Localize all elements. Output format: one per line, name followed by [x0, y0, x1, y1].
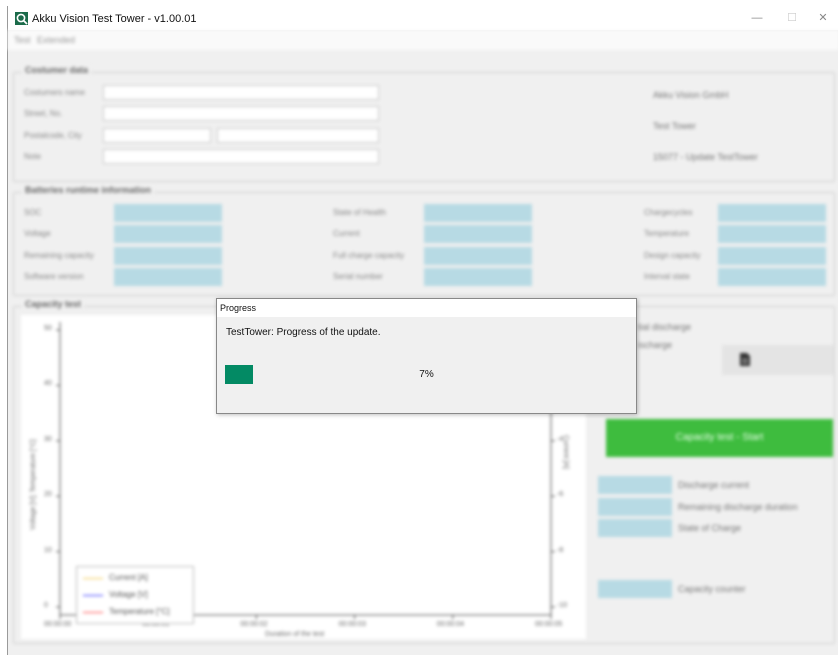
- progress-percent: 7%: [419, 369, 434, 380]
- maximize-button[interactable]: ☐: [777, 8, 807, 28]
- legend-label-voltage: Voltage [V]: [109, 590, 148, 599]
- y2-axis-label: Current [A]: [562, 435, 569, 469]
- x-axis-label: Duration of the test: [265, 631, 325, 638]
- window-title: Akku Vision Test Tower - v1.00.01: [32, 13, 197, 25]
- discharge-label: ischarge: [638, 340, 673, 350]
- y2-tick-label: -6: [557, 491, 564, 499]
- legend-line-voltage: [83, 595, 103, 596]
- legend-label-temperature: Temperature [°C]: [109, 607, 170, 616]
- y-tick-label: 40: [44, 380, 52, 388]
- discharge-current-label: Discharge current: [678, 480, 750, 490]
- dialog-title: Progress: [220, 303, 257, 313]
- y-tick-label: 10: [44, 546, 52, 554]
- dialog-message: TestTower: Progress of the update.: [226, 327, 381, 338]
- discharge-current-value: [598, 476, 672, 494]
- dialog-title-bar: Progress: [217, 299, 636, 317]
- progress-dialog: Progress TestTower: Progress of the upda…: [216, 298, 637, 414]
- y-tick-label: 20: [44, 491, 52, 499]
- legend-item-current: Current [A]: [83, 572, 193, 584]
- x-tick-label: 00:00:02: [240, 621, 268, 628]
- initial-discharge-label: tial discharge: [638, 322, 692, 332]
- y-tick-label: 50: [44, 325, 52, 332]
- legend-line-current: [83, 578, 103, 579]
- x-tick-label: 00:00:03: [338, 621, 366, 628]
- chart-legend: Current [A] Voltage [V] Temperature [°C]: [76, 566, 194, 624]
- remaining-duration-value: [598, 498, 672, 516]
- close-button[interactable]: ✕: [808, 8, 838, 28]
- y-tick-label: 0: [44, 602, 48, 609]
- y2-tick-label: -8: [557, 546, 564, 554]
- y2-tick-label: -10: [557, 602, 568, 609]
- state-of-charge-value: [598, 519, 672, 537]
- legend-item-temperature: Temperature [°C]: [83, 606, 193, 618]
- document-icon: [740, 353, 750, 366]
- x-tick-label: 00:00:05: [535, 621, 563, 628]
- capacity-counter-value: [598, 580, 672, 598]
- remaining-duration-label: Remaining discharge duration: [678, 502, 798, 512]
- legend-line-temperature: [83, 612, 103, 613]
- state-of-charge-label: State of Charge: [678, 523, 742, 533]
- x-tick-label: 00:00:04: [436, 621, 465, 628]
- capacity-test-start-button[interactable]: Capacity test - Start: [606, 419, 833, 457]
- legend-label-current: Current [A]: [109, 573, 148, 582]
- capacity-counter-label: Capacity counter: [678, 584, 746, 594]
- title-bar: Akku Vision Test Tower - v1.00.01 — ☐ ✕: [8, 6, 838, 30]
- legend-item-voltage: Voltage [V]: [83, 589, 193, 601]
- minimize-button[interactable]: —: [742, 8, 772, 28]
- y-tick-label: 30: [44, 435, 52, 443]
- y-axis-label: Voltage [V]; Temperature [°C]: [30, 439, 37, 530]
- app-logo-icon: [15, 12, 28, 25]
- load-file-button[interactable]: [722, 345, 834, 375]
- x-tick-label: 00:00:00: [44, 621, 72, 628]
